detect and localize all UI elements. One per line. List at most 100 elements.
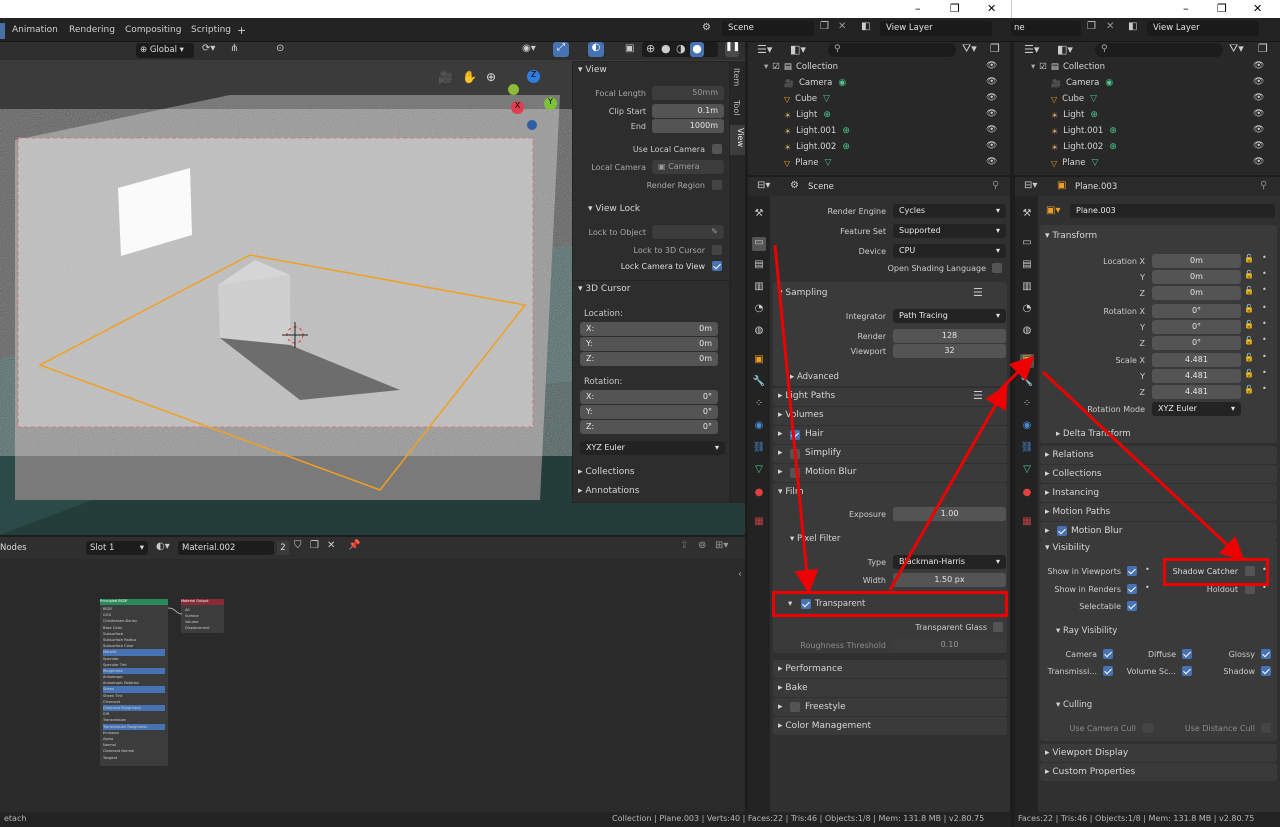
outliner-row-plane[interactable]: ▽ Plane ▽ — [784, 155, 984, 171]
light-paths-presets-icon[interactable]: ☰ — [973, 389, 983, 402]
advanced-section[interactable]: ▸ Advanced — [790, 372, 839, 382]
tab-rendering[interactable]: Rendering — [63, 23, 121, 39]
cursor-loc-y[interactable]: Y: 0m — [580, 337, 718, 351]
xray-icon[interactable]: ▣ — [625, 43, 634, 54]
color-management-section[interactable]: ▸ Color Management — [778, 721, 871, 731]
properties-tab-data-icon[interactable]: ▽ — [752, 464, 766, 478]
properties-tab-tool-icon[interactable]: ⚒ — [1020, 208, 1034, 222]
show-in-viewports-anim-dot[interactable]: • — [1145, 565, 1150, 574]
eye-icon[interactable]: 👁 — [1253, 157, 1264, 167]
outliner-row-cube[interactable]: ▽ Cube ▽ — [784, 91, 984, 107]
ray-glossy-checkbox[interactable] — [1261, 649, 1271, 659]
maximize-button-2[interactable]: ❐ — [1217, 2, 1227, 15]
object-motion-blur-checkbox[interactable] — [1057, 526, 1067, 536]
lock-icon[interactable]: 🔓 — [1244, 353, 1254, 362]
outliner-row-plane[interactable]: ▽ Plane ▽ — [1051, 155, 1251, 171]
custom-properties-section[interactable]: ▸ Custom Properties — [1045, 767, 1135, 777]
sampling-presets-icon[interactable]: ☰ — [973, 286, 983, 299]
keyframe-dot[interactable]: • — [1262, 319, 1267, 328]
transparent-glass-checkbox[interactable] — [993, 622, 1003, 632]
properties-tab-modifier-icon[interactable]: 🔧 — [752, 376, 766, 390]
ray-diffuse-checkbox[interactable] — [1182, 649, 1192, 659]
expand-arrow-icon[interactable]: ▾ — [764, 62, 768, 72]
filter-type-dropdown[interactable]: Blackman-Harris ▾ — [893, 555, 1006, 569]
pin-icon[interactable]: 📌 — [348, 540, 360, 551]
simplify-checkbox[interactable] — [790, 449, 800, 459]
editor-type-icon[interactable]: ⊟▾ — [757, 180, 770, 191]
device-dropdown[interactable]: CPU ▾ — [893, 244, 1006, 258]
focal-length-field[interactable]: 50mm — [652, 86, 724, 100]
minimize-button-2[interactable]: – — [1183, 2, 1189, 15]
cursor-rot-y[interactable]: Y: 0° — [580, 405, 718, 419]
annotations-section[interactable]: ▸ Annotations — [578, 486, 639, 496]
close-button-2[interactable]: ✕ — [1253, 2, 1262, 15]
properties-tab-physics-icon[interactable]: ◉ — [752, 420, 766, 434]
outliner-row-camera[interactable]: 🎥 Camera ◉ — [784, 75, 984, 91]
lock-to-3d-cursor-checkbox[interactable] — [712, 245, 722, 255]
gizmo-toggle-icon[interactable]: ◉▾ — [522, 43, 536, 54]
navigation-gizmo[interactable]: Z X Y — [508, 68, 558, 130]
keyframe-dot[interactable]: • — [1262, 285, 1267, 294]
solid-shading-icon[interactable]: ● — [661, 42, 671, 55]
use-camera-cull-checkbox[interactable] — [1143, 723, 1153, 733]
lock-icon[interactable]: 🔓 — [1244, 336, 1254, 345]
eye-icon[interactable]: 👁 — [1253, 61, 1264, 71]
outliner-row-light[interactable]: ☀ Light ⊕ — [784, 107, 984, 123]
cursor-rot-x[interactable]: X: 0° — [580, 390, 718, 404]
lock-icon[interactable]: 🔓 — [1244, 270, 1254, 279]
outliner-row-camera[interactable]: 🎥 Camera ◉ — [1051, 75, 1251, 91]
overlay-icon[interactable]: ◐ — [588, 42, 604, 57]
gizmo-x[interactable]: X — [511, 101, 524, 114]
minimize-button[interactable]: – — [915, 2, 921, 15]
properties-tab-view-layer-icon[interactable]: ▥ — [752, 281, 766, 295]
view-lock-header[interactable]: ▾ View Lock — [588, 204, 640, 214]
properties-tab-scene-icon[interactable]: ◔ — [752, 303, 766, 317]
performance-section[interactable]: ▸ Performance — [778, 664, 842, 674]
tab-item[interactable]: Item — [732, 68, 741, 86]
lock-icon[interactable]: 🔓 — [1244, 304, 1254, 313]
properties-tab-material-icon[interactable]: ● — [752, 487, 766, 501]
clip-end-field[interactable]: 1000m — [652, 119, 724, 133]
zoom-icon[interactable]: ⊕ — [486, 70, 496, 84]
lock-to-object-field[interactable]: ✎ — [652, 225, 724, 239]
delta-transform-section[interactable]: ▸ Delta Transform — [1056, 429, 1131, 439]
motion-blur-section[interactable]: ▸ — [1045, 526, 1050, 536]
outliner-row-collection[interactable]: ▾ ☑ ▤ Collection — [764, 59, 1004, 75]
view-layer-field-2[interactable]: View Layer — [1147, 21, 1259, 36]
eyedropper-icon[interactable]: ✎ — [711, 227, 718, 236]
scene-field[interactable]: Scene — [722, 21, 814, 36]
roughness-threshold-field[interactable]: 0.10 — [893, 638, 1006, 652]
properties-tab-render-icon[interactable]: ▭ — [1020, 237, 1034, 251]
scene-field-2[interactable]: ne — [1011, 21, 1081, 36]
backdrop-icon[interactable]: ⊚ — [698, 540, 706, 551]
scene-icon[interactable]: ⚙ — [702, 22, 711, 33]
object-data-icon[interactable]: ⊕ — [1109, 142, 1117, 152]
hair-section[interactable]: ▸ — [778, 429, 783, 439]
object-data-icon[interactable]: ⊕ — [823, 110, 831, 120]
object-data-icon[interactable]: ◉ — [1105, 78, 1113, 88]
bake-section[interactable]: ▸ Bake — [778, 683, 808, 693]
view-layer-icon-2[interactable]: ◧ — [1128, 21, 1137, 32]
eye-icon[interactable]: 👁 — [986, 109, 997, 119]
tab-animation[interactable]: Animation — [6, 23, 64, 39]
navigate-icon[interactable]: ⤢ — [553, 42, 569, 57]
object-data-icon[interactable]: ▽ — [824, 158, 831, 168]
use-local-camera-checkbox[interactable] — [712, 144, 722, 154]
properties-tab-texture-icon[interactable]: ▦ — [752, 516, 766, 530]
eye-icon[interactable]: 👁 — [986, 77, 997, 87]
keyframe-dot[interactable]: • — [1262, 384, 1267, 393]
sidebar-toggle-icon[interactable]: ‹ — [738, 569, 742, 580]
show-in-renders-checkbox[interactable] — [1127, 584, 1137, 594]
snap-node-icon[interactable]: ⊞▾ — [715, 540, 728, 551]
gizmo-z[interactable]: Z — [527, 70, 540, 83]
scale-x-field[interactable]: 4.481 — [1152, 353, 1241, 367]
sampling-section[interactable]: ▾ Sampling — [778, 288, 828, 298]
outliner-new-collection-icon-2[interactable]: ❐ — [1258, 42, 1268, 55]
wireframe-shading-icon[interactable]: ⊕ — [646, 42, 655, 55]
properties-tab-render-icon[interactable]: ▭ — [752, 237, 766, 251]
location-z-field[interactable]: 0m — [1152, 286, 1241, 300]
view-section-header[interactable]: ▾ View — [578, 65, 607, 75]
location-x-field[interactable]: 0m — [1152, 254, 1241, 268]
lock-icon[interactable]: 🔓 — [1244, 320, 1254, 329]
object-data-icon[interactable]: ◉ — [838, 78, 846, 88]
